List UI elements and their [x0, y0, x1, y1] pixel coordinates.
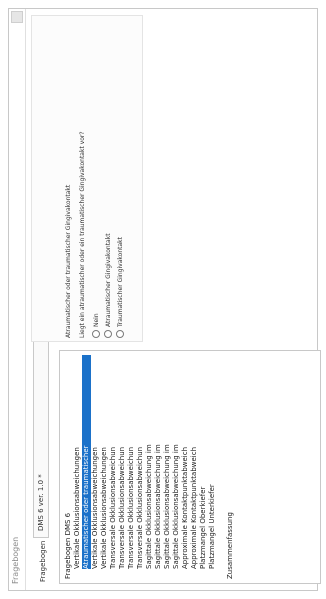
tree-item-selected[interactable]: Atraumatischer oder traumatischer [82, 355, 91, 569]
radio-icon[interactable] [104, 330, 112, 338]
tree-item[interactable]: Transversale Okklusionsabweichun [118, 355, 127, 569]
question-panel: Atraumatischer oder traumatischer Gingiv… [9, 9, 317, 342]
option-atraumatic[interactable]: Atraumatischer Gingivakontakt [103, 233, 113, 338]
question-panel-box [31, 15, 143, 342]
radio-icon[interactable] [92, 330, 100, 338]
window-frame: Fragebogen Fragebogen DMS 6 ver. 1.0 * ⌄… [8, 8, 321, 591]
option-label: Nein [92, 313, 100, 327]
tree-item[interactable]: Vertikale Okklusionsabweichungen [91, 355, 100, 569]
question-title: Atraumatischer oder traumatischer Gingiv… [65, 184, 72, 338]
questionnaire-tree[interactable]: Fragebogen DMS 6 Vertikale Okklusionsabw… [59, 350, 321, 584]
questionnaire-label: Fragebogen [39, 540, 47, 582]
tree-item[interactable]: Sagittale Okklusionsabweichung im [163, 355, 172, 569]
window-title: Fragebogen [11, 536, 20, 584]
tree-item[interactable]: Sagittale Okklusionsabweichung im [172, 355, 181, 569]
tree-item[interactable]: Vertikale Okklusionsabweichungen [73, 355, 82, 569]
radio-icon[interactable] [116, 330, 124, 338]
option-traumatic[interactable]: Traumatischer Gingivakontakt [115, 237, 125, 338]
tree-summary[interactable]: Zusammenfassung [226, 355, 235, 579]
tree-root[interactable]: Fragebogen DMS 6 [64, 355, 73, 579]
tree-item[interactable]: Transversale Okklusionsabweichun [136, 355, 145, 569]
tree-item[interactable]: Sagittale Okklusionsabweichung im [154, 355, 163, 569]
tree-item[interactable]: Transversale Okklusionsabweichun [127, 355, 136, 569]
option-label: Traumatischer Gingivakontakt [116, 237, 124, 327]
tree-item[interactable]: Approximale Kontaktpunktabweich [181, 355, 190, 569]
option-nein[interactable]: Nein [91, 313, 101, 338]
rotated-window: Fragebogen Fragebogen DMS 6 ver. 1.0 * ⌄… [0, 0, 326, 599]
tree-item[interactable]: Transversale Okklusionsabweichun [109, 355, 118, 569]
tree-item[interactable]: Sagittale Okklusionsabweichung im [145, 355, 154, 569]
tree-item[interactable]: Approximale Kontaktpunktabweich [190, 355, 199, 569]
tree-item[interactable]: Vertikale Okklusionsabweichungen [100, 355, 109, 569]
option-label: Atraumatischer Gingivakontakt [104, 233, 112, 327]
tree-item[interactable]: Platzmangel Unterkiefer [208, 355, 217, 569]
question-text: Liegt ein atraumatischer oder ein trauma… [79, 131, 86, 338]
questionnaire-select-value: DMS 6 ver. 1.0 * [37, 474, 45, 531]
tree-item[interactable]: Platzmangel Oberkiefer [199, 355, 208, 569]
